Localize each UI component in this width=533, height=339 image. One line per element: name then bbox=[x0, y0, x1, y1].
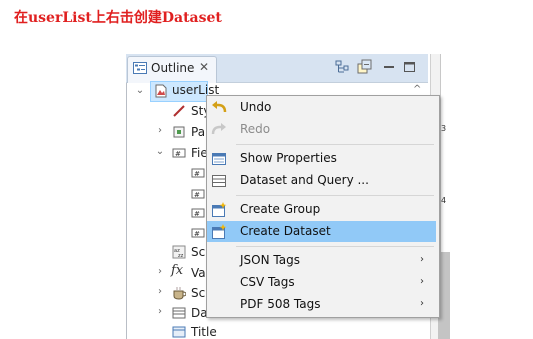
menu-separator bbox=[236, 246, 434, 247]
ruler-number: 4 bbox=[441, 196, 447, 205]
redo-icon bbox=[211, 123, 226, 135]
title-band-icon bbox=[172, 326, 186, 338]
submenu-arrow-icon: › bbox=[420, 276, 424, 287]
report-icon bbox=[155, 84, 167, 98]
menu-item-redo[interactable]: Redo bbox=[240, 122, 270, 136]
expanded-twisty-icon[interactable]: ⌄ bbox=[135, 85, 145, 96]
dataset-icon bbox=[172, 307, 186, 319]
menu-item-create-group[interactable]: Create Group bbox=[240, 202, 320, 216]
svg-text:zz: zz bbox=[178, 253, 184, 259]
tab-close-icon[interactable]: ✕ bbox=[199, 60, 209, 74]
style-icon bbox=[173, 105, 185, 117]
collapse-all-icon[interactable] bbox=[356, 58, 374, 76]
menu-separator bbox=[236, 144, 434, 145]
tab-outline-label: Outline bbox=[151, 61, 195, 75]
menu-item-json-tags[interactable]: JSON Tags bbox=[240, 253, 300, 267]
collapsed-twisty-icon[interactable]: › bbox=[155, 306, 165, 317]
svg-text:#: # bbox=[175, 150, 181, 158]
create-dataset-icon bbox=[212, 224, 227, 239]
tree-item-label[interactable]: Sc bbox=[191, 245, 205, 259]
caption-title: 在userList上右击创建Dataset bbox=[14, 10, 222, 26]
ruler-number: 3 bbox=[441, 124, 447, 133]
scroll-up-icon[interactable]: ^ bbox=[413, 84, 421, 95]
menu-item-csv-tags[interactable]: CSV Tags bbox=[240, 275, 295, 289]
undo-icon bbox=[212, 101, 227, 113]
collapsed-twisty-icon[interactable]: › bbox=[155, 286, 165, 297]
tree-item-label[interactable]: Va bbox=[191, 266, 206, 280]
sort-icon: az zz bbox=[172, 245, 186, 259]
create-group-icon bbox=[212, 202, 227, 217]
submenu-arrow-icon: › bbox=[420, 254, 424, 265]
svg-text:#: # bbox=[194, 191, 200, 199]
tree-item-label[interactable]: Sc bbox=[191, 286, 205, 300]
svg-text:#: # bbox=[194, 210, 200, 218]
field-icon: # bbox=[191, 189, 205, 199]
link-editor-icon[interactable] bbox=[333, 58, 351, 76]
svg-text:#: # bbox=[194, 230, 200, 238]
outline-tab-icon bbox=[133, 62, 147, 74]
field-icon: # bbox=[191, 168, 205, 178]
tree-item-label[interactable]: Title bbox=[191, 325, 217, 339]
expanded-twisty-icon[interactable]: ⌄ bbox=[155, 146, 165, 157]
field-icon: # bbox=[191, 228, 205, 238]
menu-item-dataset-query[interactable]: Dataset and Query ... bbox=[240, 173, 369, 187]
dataset-query-icon bbox=[212, 175, 226, 187]
collapsed-twisty-icon[interactable]: › bbox=[155, 266, 165, 277]
scriptlet-icon bbox=[173, 287, 186, 300]
parameter-icon bbox=[173, 126, 185, 138]
tree-item-label[interactable]: Pa bbox=[191, 125, 205, 139]
submenu-arrow-icon: › bbox=[420, 298, 424, 309]
collapsed-twisty-icon[interactable]: › bbox=[155, 125, 165, 136]
menu-item-pdf-508-tags[interactable]: PDF 508 Tags bbox=[240, 297, 320, 311]
menu-item-show-properties[interactable]: Show Properties bbox=[240, 151, 337, 165]
menu-item-create-dataset[interactable]: Create Dataset bbox=[240, 224, 331, 238]
properties-icon bbox=[212, 153, 226, 165]
fx-icon: fx bbox=[171, 263, 184, 278]
minimize-icon[interactable] bbox=[380, 58, 398, 76]
fields-icon: # bbox=[172, 148, 186, 158]
menu-separator bbox=[236, 195, 434, 196]
maximize-icon[interactable] bbox=[401, 58, 419, 76]
field-icon: # bbox=[191, 208, 205, 218]
svg-text:#: # bbox=[194, 170, 200, 178]
menu-item-undo[interactable]: Undo bbox=[240, 100, 271, 114]
